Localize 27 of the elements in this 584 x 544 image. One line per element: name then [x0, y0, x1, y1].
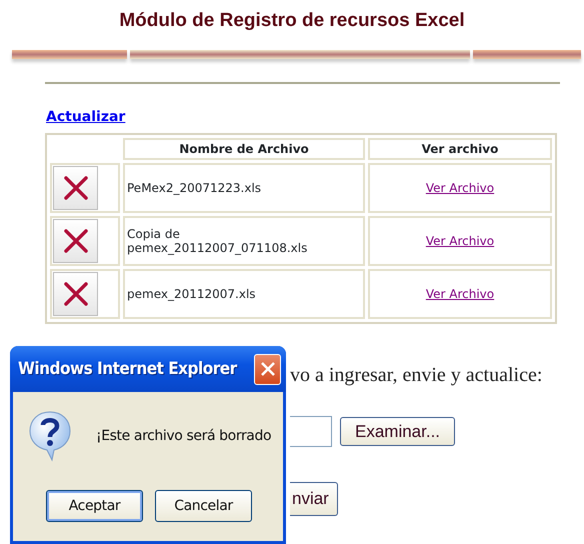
- view-file-link[interactable]: Ver Archivo: [426, 181, 494, 195]
- close-button[interactable]: [254, 354, 281, 384]
- file-path-field[interactable]: [290, 416, 332, 447]
- column-header: Nombre de Archivo: [123, 138, 365, 160]
- file-name-cell: Copia de pemex_20112007_071108.xls: [123, 216, 365, 266]
- refresh-link[interactable]: Actualizar: [46, 109, 126, 125]
- view-file-link[interactable]: Ver Archivo: [426, 234, 494, 248]
- delete-button[interactable]: [53, 166, 98, 210]
- dialog-message: ¡Este archivo será borrado: [96, 428, 272, 444]
- instruction-text: vo a ingresar, envie y actualice:: [290, 363, 544, 388]
- dialog-title: Windows Internet Explorer: [18, 359, 237, 379]
- send-button[interactable]: nviar: [290, 482, 338, 516]
- page-title: Módulo de Registro de recursos Excel: [118, 9, 466, 33]
- close-icon: [260, 361, 276, 377]
- delete-button[interactable]: [53, 219, 98, 263]
- file-name-cell: pemex_20112007.xls: [123, 269, 365, 319]
- accept-button[interactable]: Aceptar: [46, 490, 143, 522]
- browse-button[interactable]: Examinar...: [340, 417, 456, 446]
- question-icon: [28, 410, 72, 462]
- delete-icon: [62, 175, 88, 201]
- view-file-link[interactable]: Ver Archivo: [426, 287, 494, 301]
- delete-icon: [62, 228, 88, 254]
- cancel-button[interactable]: Cancelar: [155, 490, 252, 522]
- delete-button[interactable]: [53, 272, 98, 316]
- delete-icon: [62, 281, 88, 307]
- column-header: Ver archivo: [368, 138, 552, 160]
- file-name-cell: PeMex2_20071223.xls: [123, 163, 365, 213]
